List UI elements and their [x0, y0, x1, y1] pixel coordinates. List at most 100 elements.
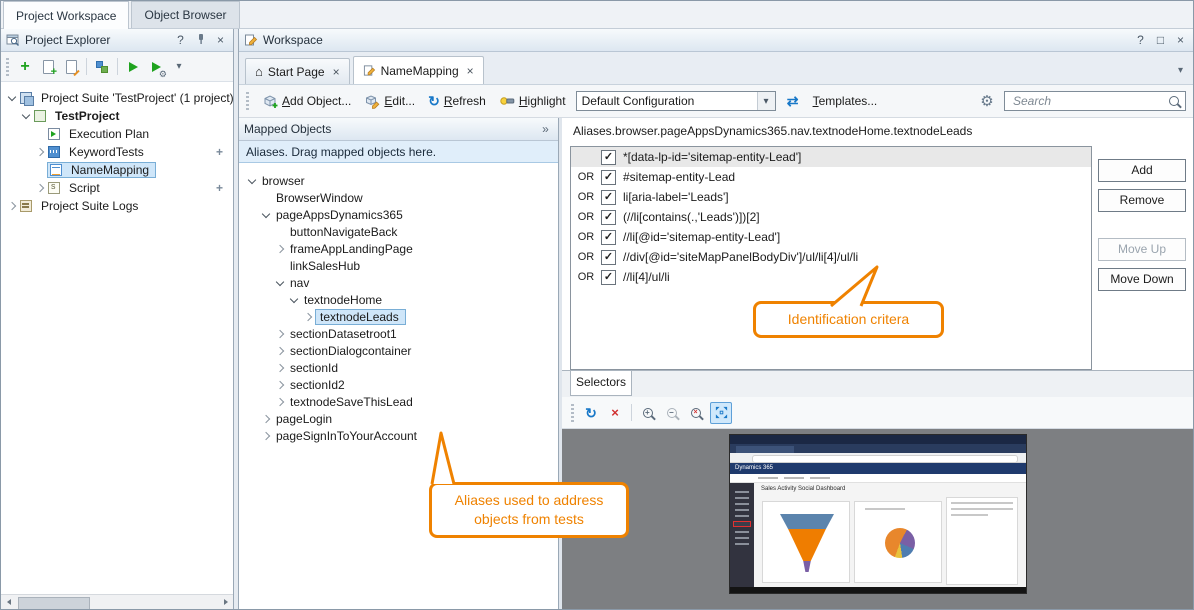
toolbar-grip[interactable]	[571, 404, 574, 422]
tree-item-namemapping[interactable]: NameMapping	[1, 161, 233, 179]
expander-open-icon[interactable]	[273, 276, 287, 290]
alias-item[interactable]: sectionId	[239, 359, 558, 376]
alias-item[interactable]: pageAppsDynamics365	[239, 206, 558, 223]
expander-closed-icon[interactable]	[273, 242, 287, 256]
alias-item[interactable]: textnodeSaveThisLead	[239, 393, 558, 410]
selector-checkbox[interactable]: ✓	[601, 170, 616, 185]
selector-row[interactable]: OR✓//div[@id='siteMapPanelBodyDiv']/ul/l…	[571, 247, 1091, 267]
templates-button[interactable]: Templates...	[810, 92, 881, 110]
help-icon[interactable]: ?	[173, 33, 188, 47]
tree-item-project-suite-logs[interactable]: Project Suite Logs	[1, 197, 233, 215]
remove-button[interactable]: Remove	[1098, 189, 1186, 212]
scroll-right-icon[interactable]	[218, 596, 233, 609]
expander-closed-icon[interactable]	[5, 199, 19, 213]
tab-project-workspace[interactable]: Project Workspace	[3, 1, 129, 29]
collapse-icon[interactable]: »	[538, 122, 553, 136]
expander-open-icon[interactable]	[19, 109, 33, 123]
alias-item[interactable]: pageSignInToYourAccount	[239, 427, 558, 444]
tab-namemapping[interactable]: NameMapping ×	[353, 56, 484, 84]
add-object-button[interactable]: Add Object...	[259, 91, 354, 111]
zoom-out-icon[interactable]: −	[662, 403, 682, 423]
highlight-button[interactable]: Highlight	[496, 91, 569, 111]
selector-checkbox[interactable]: ✓	[601, 230, 616, 245]
tree-item-keywordtests[interactable]: KeywordTests +	[1, 143, 233, 161]
alias-item[interactable]: nav	[239, 274, 558, 291]
horizontal-scrollbar[interactable]	[1, 594, 233, 609]
alias-item[interactable]: buttonNavigateBack	[239, 223, 558, 240]
pin-icon[interactable]	[193, 33, 208, 48]
alias-item[interactable]: textnodeHome	[239, 291, 558, 308]
update-preview-icon[interactable]: ↻	[581, 403, 601, 423]
zoom-in-icon[interactable]: +	[638, 403, 658, 423]
fit-to-window-icon[interactable]	[710, 402, 732, 424]
tab-selectors[interactable]: Selectors	[570, 371, 632, 396]
expander-open-icon[interactable]	[5, 91, 19, 105]
expander-closed-icon[interactable]	[273, 361, 287, 375]
selector-row[interactable]: OR✓(//li[contains(.,'Leads')])[2]	[571, 207, 1091, 227]
close-icon[interactable]: ×	[213, 33, 228, 47]
toolbar-grip[interactable]	[246, 92, 249, 110]
add-new-item-icon[interactable]: +	[15, 57, 35, 77]
tree-item-project-suite[interactable]: Project Suite 'TestProject' (1 project)	[1, 89, 233, 107]
add-button[interactable]: Add	[1098, 159, 1186, 182]
refresh-button[interactable]: ↻ Refresh	[425, 92, 489, 110]
toolbar-dropdown-icon[interactable]: ▾	[169, 57, 189, 77]
alias-item[interactable]: pageLogin	[239, 410, 558, 427]
tree-item-script[interactable]: Script +	[1, 179, 233, 197]
selector-row[interactable]: OR✓//li[@id='sitemap-entity-Lead']	[571, 227, 1091, 247]
selector-checkbox[interactable]: ✓	[601, 270, 616, 285]
selector-row[interactable]: ✓*[data-lp-id='sitemap-entity-Lead']	[571, 147, 1091, 167]
edit-button[interactable]: Edit...	[361, 91, 418, 111]
edit-file-icon[interactable]	[61, 57, 81, 77]
expander-closed-icon[interactable]	[273, 395, 287, 409]
expander-open-icon[interactable]	[287, 293, 301, 307]
tree-item-testproject[interactable]: TestProject	[1, 107, 233, 125]
expander-closed-icon[interactable]	[273, 327, 287, 341]
sync-configuration-icon[interactable]: ⇄	[783, 91, 803, 111]
alias-item[interactable]: sectionDialogcontainer	[239, 342, 558, 359]
alias-item[interactable]: BrowserWindow	[239, 189, 558, 206]
selector-checkbox[interactable]: ✓	[601, 210, 616, 225]
tab-close-icon[interactable]: ×	[333, 65, 340, 79]
run-test-icon[interactable]: ⚙	[146, 57, 166, 77]
expander-closed-icon[interactable]	[259, 429, 273, 443]
help-icon[interactable]: ?	[1133, 33, 1148, 47]
expander-closed-icon[interactable]	[301, 310, 315, 324]
run-project-icon[interactable]	[123, 57, 143, 77]
selector-checkbox[interactable]: ✓	[601, 190, 616, 205]
object-browser-icon[interactable]	[92, 57, 112, 77]
selector-row[interactable]: OR✓#sitemap-entity-Lead	[571, 167, 1091, 187]
close-icon[interactable]: ×	[1173, 33, 1188, 47]
search-input[interactable]	[1011, 93, 1165, 109]
add-script-icon[interactable]: +	[216, 181, 223, 195]
tab-object-browser[interactable]: Object Browser	[131, 1, 239, 28]
selector-row[interactable]: OR✓li[aria-label='Leads']	[571, 187, 1091, 207]
selector-checkbox[interactable]: ✓	[601, 250, 616, 265]
scroll-left-icon[interactable]	[1, 596, 16, 609]
tab-start-page[interactable]: ⌂ Start Page ×	[245, 58, 350, 84]
move-up-button[interactable]: Move Up	[1098, 238, 1186, 261]
object-preview-image[interactable]: Dynamics 365 Sales Activity Social Dashb…	[730, 435, 1026, 593]
expander-open-icon[interactable]	[245, 174, 259, 188]
alias-item-textnodeleads[interactable]: textnodeLeads	[239, 308, 558, 325]
alias-item[interactable]: frameAppLandingPage	[239, 240, 558, 257]
tab-list-dropdown-icon[interactable]: ▾	[1178, 65, 1183, 76]
add-keyword-test-icon[interactable]: +	[216, 145, 223, 159]
expander-closed-icon[interactable]	[259, 412, 273, 426]
alias-item-browser[interactable]: browser	[239, 172, 558, 189]
configuration-select[interactable]: Default Configuration ▾	[576, 91, 776, 111]
alias-item[interactable]: sectionId2	[239, 376, 558, 393]
expander-open-icon[interactable]	[259, 208, 273, 222]
scrollbar-thumb[interactable]	[18, 597, 90, 610]
expander-closed-icon[interactable]	[273, 344, 287, 358]
tab-close-icon[interactable]: ×	[467, 64, 474, 78]
alias-item[interactable]: sectionDatasetroot1	[239, 325, 558, 342]
new-file-icon[interactable]: +	[38, 57, 58, 77]
tree-item-execution-plan[interactable]: Execution Plan	[1, 125, 233, 143]
settings-gear-icon[interactable]: ⚙	[977, 91, 997, 111]
scrollbar-track[interactable]	[16, 596, 218, 609]
selector-checkbox[interactable]: ✓	[601, 150, 616, 165]
expander-closed-icon[interactable]	[273, 378, 287, 392]
search-icon[interactable]	[1169, 96, 1179, 106]
delete-preview-icon[interactable]: ×	[605, 403, 625, 423]
